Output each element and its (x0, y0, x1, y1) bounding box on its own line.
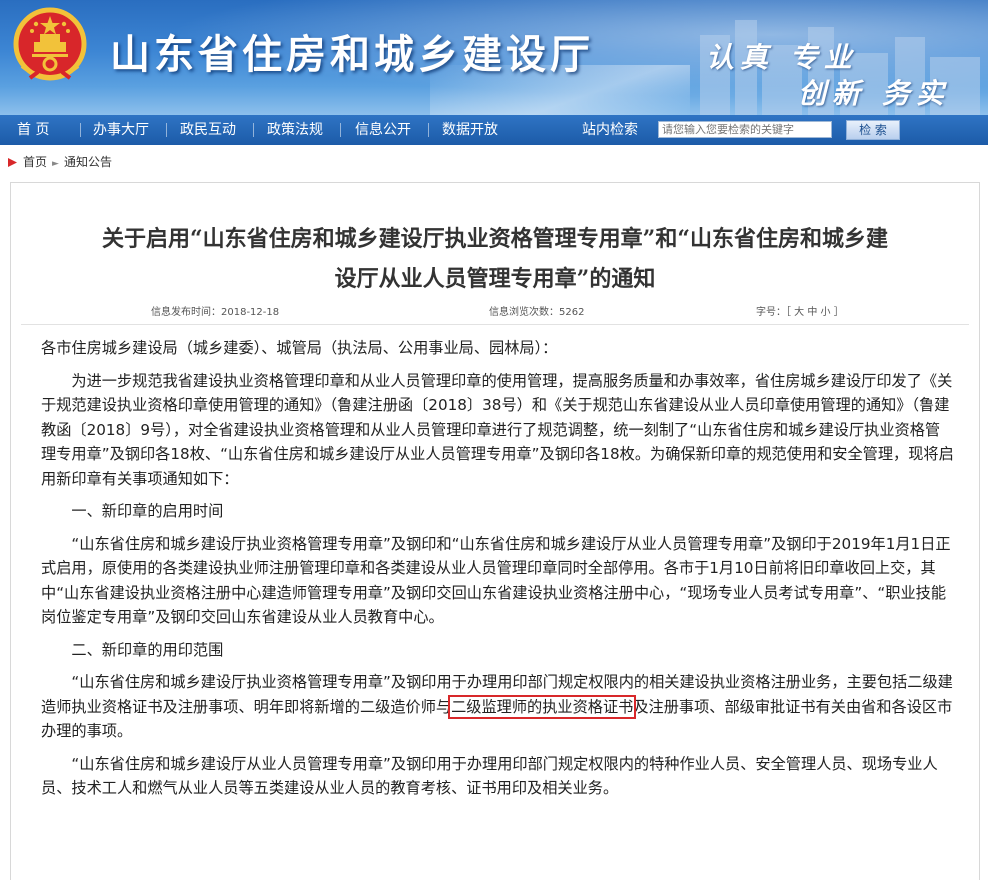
breadcrumb-separator-icon: ► (52, 159, 59, 169)
nav-divider (428, 123, 429, 137)
site-title: 山东省住房和城乡建设厅 (110, 32, 594, 78)
motto-line-2: 创新 务实 (798, 77, 950, 110)
main-nav: 首 页 办事大厅 政民互动 政策法规 信息公开 数据开放 站内检索 检 索 (0, 115, 988, 145)
nav-item-interaction[interactable]: 政民互动 (180, 115, 236, 145)
paragraph-personnel-seal: “山东省住房和城乡建设厅从业人员管理专用章”及钢印用于办理用印部门规定权限内的特… (41, 754, 938, 798)
nav-item-policies[interactable]: 政策法规 (267, 115, 323, 145)
nav-item-home[interactable]: 首 页 (17, 115, 49, 145)
section-heading-2: 二、新印章的用印范围 (71, 640, 224, 659)
search-input[interactable] (658, 121, 832, 138)
article-panel: 关于启用“山东省住房和城乡建设厅执业资格管理专用章”和“山东省住房和城乡建 设厅… (10, 182, 980, 880)
search-label: 站内检索 (582, 122, 638, 138)
nav-divider (340, 123, 341, 137)
breadcrumb-current[interactable]: 通知公告 (64, 155, 112, 169)
nav-item-info-disclosure[interactable]: 信息公开 (355, 115, 411, 145)
section-heading-1: 一、新印章的启用时间 (71, 502, 224, 520)
paragraph-qualification-seal: “山东省住房和城乡建设厅执业资格管理专用章”及钢印用于办理用印部门规定权限内的相… (41, 670, 955, 744)
font-size-switcher[interactable]: 字号：［ 大 中 小 ］ (756, 303, 844, 318)
breadcrumb-home-icon (8, 158, 17, 167)
nav-divider (166, 123, 167, 137)
view-count: 信息浏览次数：5262 (489, 307, 585, 318)
nav-item-service-hall[interactable]: 办事大厅 (93, 115, 149, 145)
paragraph-activation-time: “山东省住房和城乡建设厅执业资格管理专用章”及钢印和“山东省住房和城乡建设厅从业… (41, 534, 951, 627)
breadcrumb: 首页 ► 通知公告 (8, 153, 112, 170)
salutation: 各市住房城乡建设局（城乡建委）、城管局（执法局、公用事业局、园林局）： (41, 339, 558, 357)
search-button[interactable]: 检 索 (846, 120, 900, 140)
nav-divider (80, 123, 81, 137)
publish-time: 信息发布时间：2018-12-18 (151, 307, 280, 318)
motto-line-1: 认真 专业 (706, 41, 858, 74)
highlighted-phrase: 二级监理师的执业资格证书 (448, 694, 637, 719)
article-title: 关于启用“山东省住房和城乡建设厅执业资格管理专用章”和“山东省住房和城乡建 设厅… (21, 183, 969, 299)
breadcrumb-home[interactable]: 首页 (23, 155, 47, 169)
national-emblem-icon (13, 7, 87, 81)
article-title-line-1: 关于启用“山东省住房和城乡建设厅执业资格管理专用章”和“山东省住房和城乡建 (102, 226, 888, 252)
nav-divider (253, 123, 254, 137)
site-banner: 山东省住房和城乡建设厅 认真 专业 创新 务实 (0, 0, 988, 115)
nav-item-open-data[interactable]: 数据开放 (442, 115, 498, 145)
meta-divider (21, 324, 969, 325)
article-body: 各市住房城乡建设局（城乡建委）、城管局（执法局、公用事业局、园林局）： 为进一步… (41, 336, 955, 809)
paragraph-intro: 为进一步规范我省建设执业资格管理印章和从业人员管理印章的使用管理，提高服务质量和… (41, 371, 954, 488)
article-title-line-2: 设厅从业人员管理专用章”的通知 (334, 266, 656, 292)
